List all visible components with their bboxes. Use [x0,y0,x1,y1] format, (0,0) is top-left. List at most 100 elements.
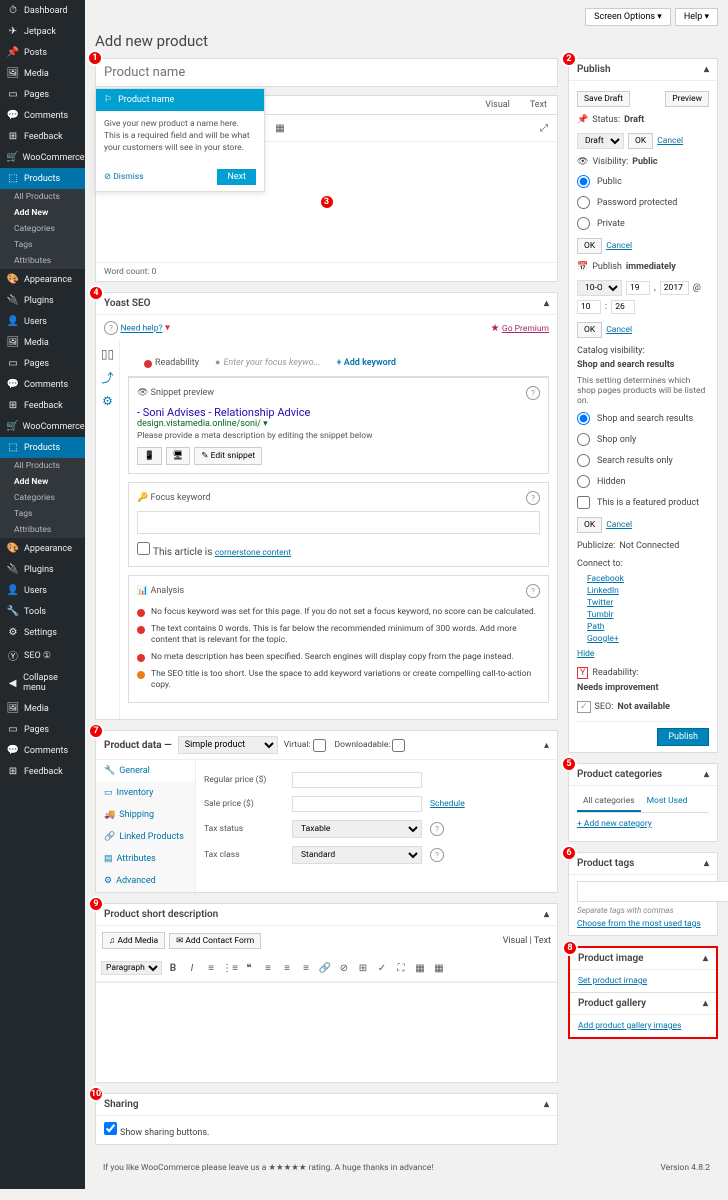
sidebar-item-pages[interactable]: ▭Pages [0,84,85,105]
downloadable-checkbox[interactable] [392,739,405,752]
connect-google+[interactable]: Google+ [587,634,619,644]
mobile-preview-button[interactable]: 📱 [137,447,162,465]
help-icon[interactable]: ? [526,491,540,505]
cancel-link[interactable]: Cancel [657,136,683,146]
share-tab-icon[interactable]: ⤴ [101,369,113,386]
ok-button[interactable]: OK [577,322,602,338]
help-icon[interactable]: ? [526,584,540,598]
set-product-image-link[interactable]: Set product image [578,976,647,986]
product-title-input[interactable] [95,58,558,87]
add-keyword-button[interactable]: + Add keyword [329,354,404,372]
choose-tags-link[interactable]: Choose from the most used tags [577,919,701,929]
connect-linkedin[interactable]: LinkedIn [587,586,619,596]
add-gallery-images-link[interactable]: Add product gallery images [578,1021,681,1031]
olist-icon[interactable]: ⋮≡ [222,960,238,976]
focus-keyword-tab[interactable]: ●Enter your focus keywo... [207,353,329,372]
cancel-link[interactable]: Cancel [606,325,632,335]
sidebar-item-comments[interactable]: 💬Comments [0,740,85,761]
sidebar-item-users[interactable]: 👤Users [0,311,85,332]
most-used-tab[interactable]: Most Used [641,792,694,812]
add-contact-button[interactable]: ✉ Add Contact Form [169,933,261,949]
sidebar-item-settings[interactable]: ⚙Settings [0,622,85,643]
sidebar-item-media[interactable]: 🖼Media [0,698,85,719]
featured-checkbox[interactable] [577,496,590,509]
expand-icon[interactable]: ⤢ [536,120,552,136]
fullscreen-icon[interactable]: ⛶ [393,960,409,976]
sidebar-item-media[interactable]: 🖼Media [0,63,85,84]
hour-input[interactable] [577,300,601,314]
cv-shop-search-radio[interactable] [577,412,590,425]
collapse-icon[interactable]: ▴ [544,1099,549,1110]
pdata-nav-linked-products[interactable]: 🔗Linked Products [96,826,195,848]
more-icon[interactable]: ⊞ [355,960,371,976]
add-media-button[interactable]: ♫ Add Media [102,932,165,949]
toggle-icon[interactable]: ▦ [431,960,447,976]
sidebar-sub-attributes[interactable]: Attributes [0,253,85,269]
paragraph-select[interactable]: Paragraph [101,961,162,975]
cancel-link[interactable]: Cancel [606,241,632,251]
text-tab[interactable]: Text [520,96,557,114]
save-draft-button[interactable]: Save Draft [577,91,630,107]
pdata-nav-inventory[interactable]: ▭Inventory [96,782,195,804]
tax-status-select[interactable]: Taxable [292,820,422,838]
sidebar-item-products[interactable]: ⬚Products [0,168,85,189]
sidebar-item-pages[interactable]: ▭Pages [0,719,85,740]
sidebar-item-jetpack[interactable]: ✈Jetpack [0,21,85,42]
dismiss-link[interactable]: ⊘ Dismiss [104,172,144,182]
sidebar-item-feedback[interactable]: ⊞Feedback [0,761,85,782]
help-icon[interactable]: ? [526,386,540,400]
sidebar-item-pages[interactable]: ▭Pages [0,353,85,374]
sidebar-sub-add-new[interactable]: Add New [0,205,85,221]
cornerstone-link[interactable]: cornerstone content [215,548,291,558]
cv-search-radio[interactable] [577,454,590,467]
pdata-nav-general[interactable]: 🔧General [96,760,195,782]
desktop-preview-button[interactable]: 🖥 [166,447,191,465]
collapse-icon[interactable]: ▴ [704,64,709,75]
sidebar-sub-tags[interactable]: Tags [0,506,85,522]
add-category-link[interactable]: + Add new category [577,819,652,829]
sidebar-item-plugins[interactable]: 🔌Plugins [0,559,85,580]
sidebar-item-woocommerce[interactable]: 🛒WooCommerce [0,416,85,437]
sidebar-item-users[interactable]: 👤Users [0,580,85,601]
min-input[interactable] [611,300,635,314]
sidebar-item-appearance[interactable]: 🎨Appearance [0,538,85,559]
sidebar-item-woocommerce[interactable]: 🛒WooCommerce [0,147,85,168]
month-select[interactable]: 10-Oct [577,280,622,296]
visual-tab[interactable]: Visual [503,936,528,946]
public-radio[interactable] [577,175,590,188]
sidebar-item-dashboard[interactable]: ⏱Dashboard [0,0,85,21]
sidebar-sub-all-products[interactable]: All Products [0,189,85,205]
settings-tab-icon[interactable]: ⚙ [102,394,113,408]
tax-class-select[interactable]: Standard [292,846,422,864]
sidebar-sub-add-new[interactable]: Add New [0,474,85,490]
hide-link[interactable]: Hide [577,649,594,659]
pdata-nav-attributes[interactable]: ▤Attributes [96,848,195,870]
align-center-icon[interactable]: ≡ [279,960,295,976]
sidebar-sub-attributes[interactable]: Attributes [0,522,85,538]
sidebar-item-comments[interactable]: 💬Comments [0,374,85,395]
password-radio[interactable] [577,196,590,209]
year-input[interactable] [660,281,689,295]
ok-button[interactable]: OK [577,517,602,533]
cv-hidden-radio[interactable] [577,475,590,488]
sidebar-sub-categories[interactable]: Categories [0,490,85,506]
sidebar-item-plugins[interactable]: 🔌Plugins [0,290,85,311]
cancel-link[interactable]: Cancel [606,520,632,530]
sidebar-item-feedback[interactable]: ⊞Feedback [0,395,85,416]
quote-icon[interactable]: ❝ [241,960,257,976]
focus-keyword-input[interactable] [137,511,540,534]
collapse-icon[interactable]: ▴ [704,769,709,780]
sidebar-item-tools[interactable]: 🔧Tools [0,601,85,622]
unlink-icon[interactable]: ⊘ [336,960,352,976]
day-input[interactable] [626,281,650,295]
readability-tab[interactable]: Readability [136,354,207,372]
ok-button[interactable]: OK [628,133,653,149]
sidebar-item-posts[interactable]: 📌Posts [0,42,85,63]
connect-facebook[interactable]: Facebook [587,574,624,584]
cv-shop-radio[interactable] [577,433,590,446]
help-icon[interactable]: ? [430,822,444,836]
text-tab[interactable]: Text [534,936,551,946]
bold-icon[interactable]: B [165,960,181,976]
product-type-select[interactable]: Simple product [178,736,278,754]
need-help-link[interactable]: Need help? [120,324,162,334]
